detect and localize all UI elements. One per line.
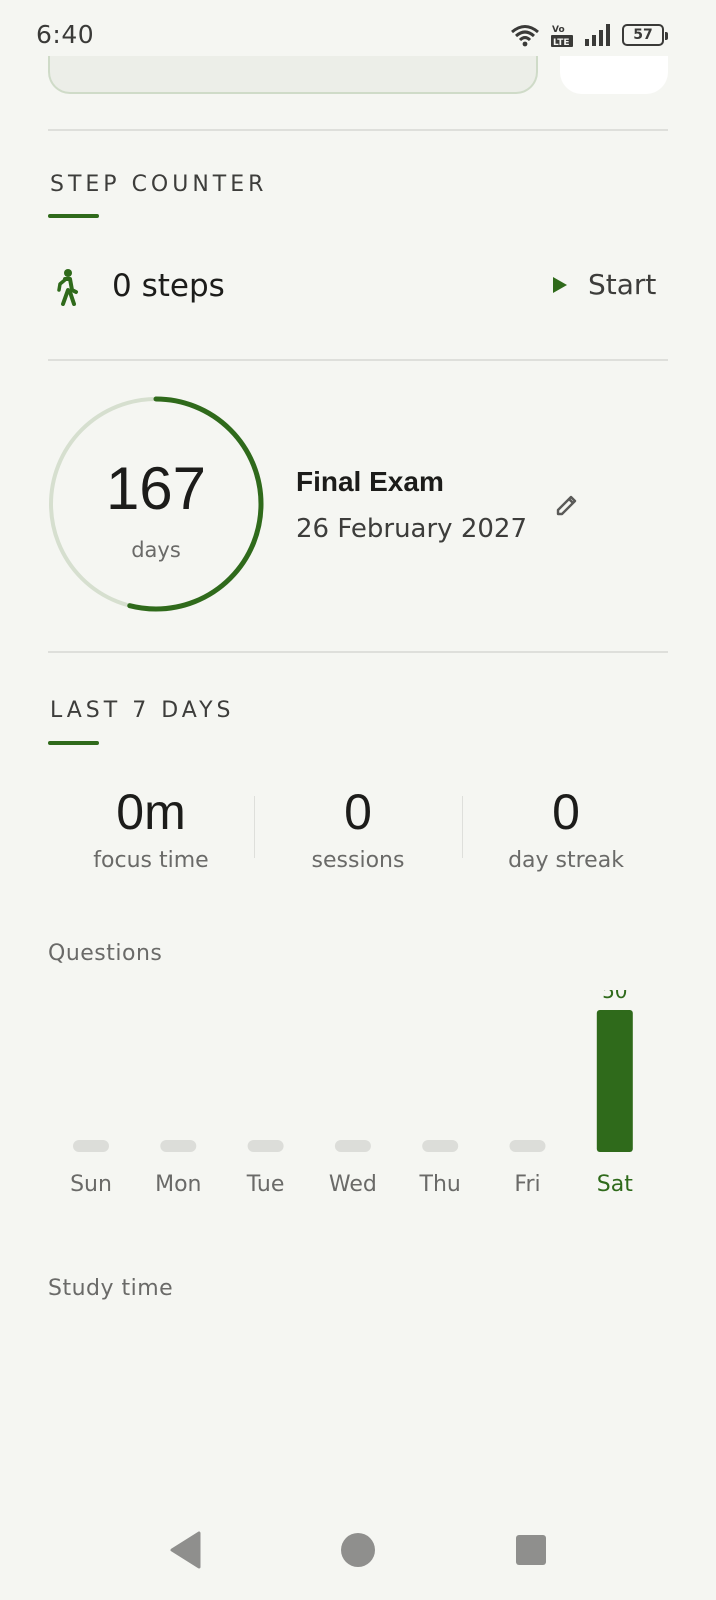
bar-wed (334, 1140, 371, 1152)
stat-value: 0m (116, 784, 186, 840)
divider (48, 651, 668, 653)
stat-focus-time: 0m focus time (51, 782, 251, 873)
edit-icon[interactable] (554, 492, 580, 518)
section-underline (48, 214, 99, 218)
tick-label-fri: Fri (514, 1172, 540, 1197)
section-underline (48, 741, 99, 745)
tick-label-wed: Wed (329, 1172, 377, 1197)
status-icons: Vo LTE 57 (510, 22, 668, 48)
days-label: days (131, 538, 181, 562)
recents-icon[interactable] (513, 1530, 549, 1570)
bar-fri (509, 1140, 546, 1152)
top-chip-button[interactable] (560, 56, 668, 94)
study-time-label: Study time (48, 1276, 174, 1301)
stat-separator (462, 796, 463, 858)
stat-value: 0 (344, 784, 372, 840)
bar-sun (73, 1140, 109, 1152)
data-label-sat: 50 (602, 990, 627, 1003)
steps-count: 0 steps (112, 268, 225, 304)
exam-date: 26 February 2027 (296, 514, 527, 544)
battery-level: 57 (633, 27, 653, 43)
exam-name: Final Exam (296, 466, 444, 497)
divider (48, 359, 668, 361)
divider (48, 129, 668, 131)
stat-value: 0 (552, 784, 580, 840)
wifi-icon (511, 25, 539, 47)
walking-icon (57, 269, 78, 306)
home-icon[interactable] (340, 1530, 376, 1570)
tick-label-mon: Mon (155, 1172, 201, 1197)
last7-title: LAST 7 DAYS (50, 698, 235, 723)
start-label: Start (588, 268, 657, 301)
bar-mon (160, 1140, 197, 1152)
questions-bar-chart: Sun Mon Tue Wed Thu Fri 50 Sat (70, 990, 633, 1197)
questions-label: Questions (48, 941, 163, 966)
stat-sessions: 0 sessions (258, 782, 458, 873)
battery-icon: 57 (622, 24, 668, 46)
days-remaining: 167 (105, 455, 207, 522)
bar-thu (422, 1140, 459, 1152)
stat-label: sessions (311, 848, 405, 873)
tick-label-sun: Sun (70, 1172, 112, 1197)
bar-sat (596, 1010, 633, 1152)
tick-label-tue: Tue (246, 1172, 285, 1197)
stat-label: focus time (93, 848, 209, 873)
bar-tue (247, 1140, 284, 1152)
stat-day-streak: 0 day streak (466, 782, 666, 873)
signal-icon (585, 24, 610, 46)
svg-text:Vo: Vo (552, 25, 565, 35)
tick-label-sat: Sat (597, 1172, 633, 1197)
volte-icon: Vo LTE (551, 25, 573, 48)
step-counter-title: STEP COUNTER (50, 172, 268, 197)
stat-label: day streak (508, 848, 624, 873)
back-icon[interactable] (168, 1530, 204, 1570)
screen: { "status_bar": { "time": "6:40", "batte… (0, 0, 716, 1600)
svg-text:LTE: LTE (553, 38, 570, 48)
play-icon (553, 276, 567, 293)
tick-label-thu: Thu (419, 1172, 461, 1197)
start-button[interactable]: Start (552, 268, 656, 301)
status-time: 6:40 (36, 20, 95, 49)
top-input-field[interactable] (48, 56, 538, 94)
stat-separator (254, 796, 255, 858)
